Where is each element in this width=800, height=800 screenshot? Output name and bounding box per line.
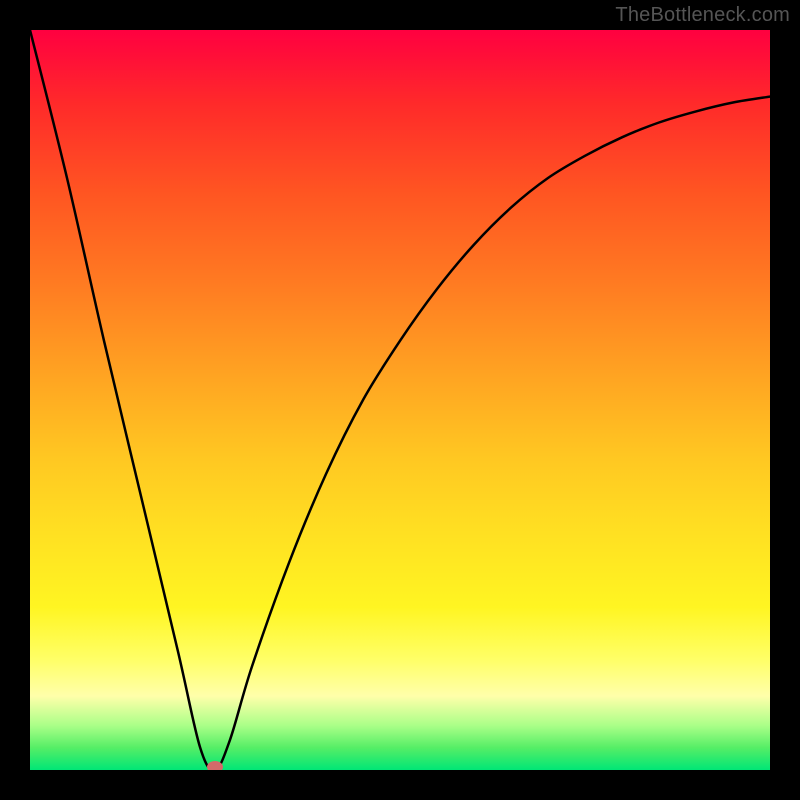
bottleneck-curve — [30, 30, 770, 770]
chart-frame: TheBottleneck.com — [0, 0, 800, 800]
plot-area — [30, 30, 770, 770]
attribution-text: TheBottleneck.com — [615, 4, 790, 27]
curve-layer — [30, 30, 770, 770]
